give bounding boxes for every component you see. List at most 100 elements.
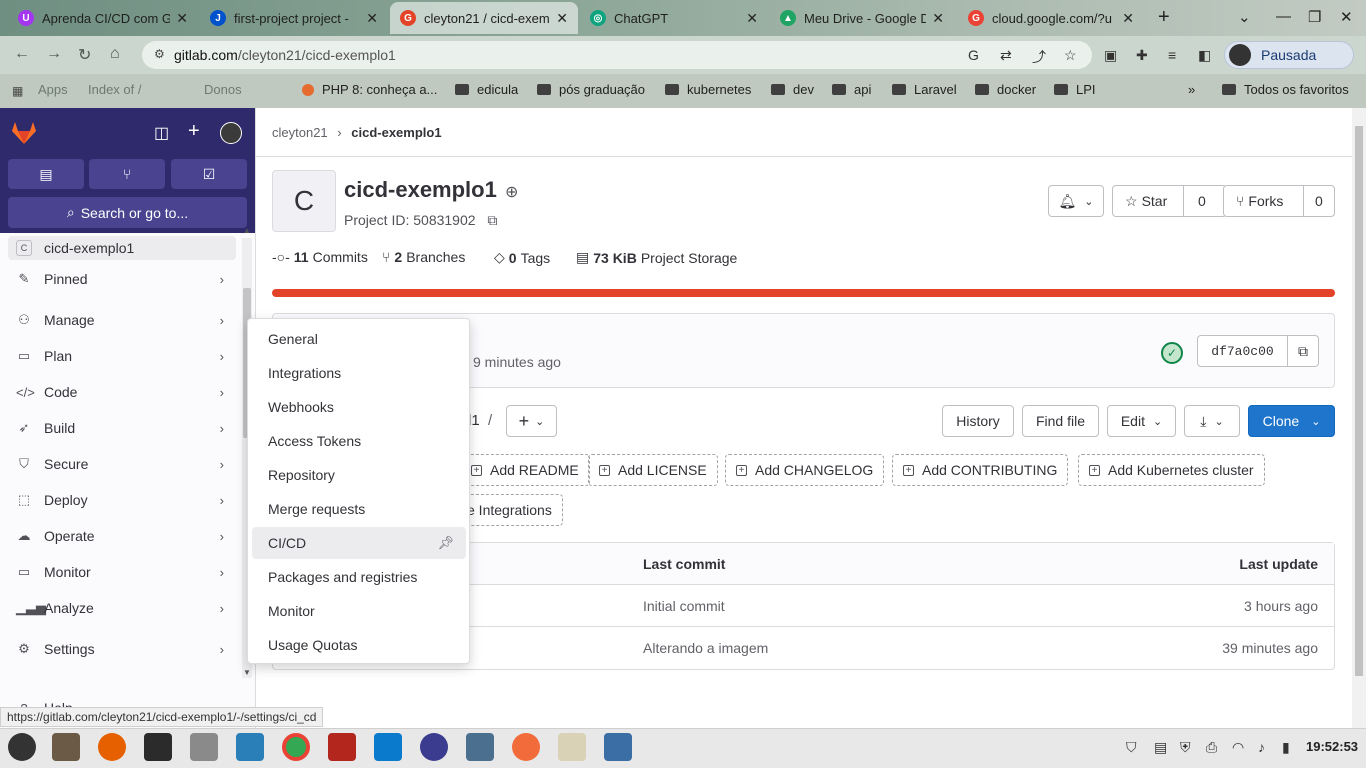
bookmark-folder[interactable]: kubernetes [665,82,751,97]
merge-requests-button[interactable]: ⑂ [89,159,165,189]
sidebar-project-item[interactable]: C cicd-exemplo1 [8,236,236,260]
reload-icon[interactable]: ↻ [78,45,91,65]
bookmark-item[interactable]: Index of / [88,82,141,97]
sidebar-item-deploy[interactable]: ⬚ Deploy › [8,483,232,517]
settings-repository[interactable]: Repository [252,459,466,491]
new-tab-button[interactable]: + [1158,6,1170,29]
mint-menu-icon[interactable] [8,733,36,761]
sidebar-item-manage[interactable]: ⚇ Manage › [8,303,232,337]
commit-message-link[interactable]: Initial commit [643,598,725,614]
find-file-button[interactable]: Find file [1022,405,1099,437]
system-monitor-icon[interactable] [236,733,264,761]
copy-sha-button[interactable]: ⧉ [1287,335,1319,367]
commit-message-link[interactable]: Alterando a imagem [643,640,768,656]
close-icon[interactable]: ✕ [366,10,378,27]
wifi-icon[interactable]: ◠ [1232,739,1244,756]
close-icon[interactable]: ✕ [556,10,568,27]
commits-link[interactable]: -○- 11 Commits [272,249,368,265]
add-contributing-button[interactable]: + Add CONTRIBUTING [892,454,1069,486]
create-new-icon[interactable]: + [188,120,200,143]
commit-sha[interactable]: df7a0c00 [1197,335,1288,367]
site-info-icon[interactable]: ⚙ [154,47,165,61]
close-icon[interactable]: ✕ [176,10,188,27]
browser-tab[interactable]: ▲ Meu Drive - Google D ✕ [770,2,954,34]
add-changelog-button[interactable]: + Add CHANGELOG [725,454,885,486]
reading-list-icon[interactable]: ≡ [1168,47,1176,63]
branches-link[interactable]: ⑂ 2 Branches [382,249,465,265]
bookmark-folder[interactable]: pós graduação [537,82,645,97]
update-shield-icon[interactable]: ⛨ [1180,739,1191,756]
scrollbar-thumb[interactable] [1355,126,1363,676]
sidebar-item-code[interactable]: </> Code › [8,375,232,409]
add-kubernetes-cluster-button[interactable]: + Add Kubernetes cluster [1078,454,1265,486]
bookmark-folder[interactable]: dev [771,82,814,97]
bookmark-folder[interactable]: LPI [1054,82,1096,97]
close-window-icon[interactable]: ✕ [1340,8,1353,26]
document-viewer-icon[interactable] [604,733,632,761]
sidebar-item-operate[interactable]: ☁ Operate › [8,519,232,553]
minimize-icon[interactable]: — [1276,8,1291,25]
settings-general[interactable]: General [252,323,466,355]
all-bookmarks[interactable]: Todos os favoritos [1222,82,1349,97]
breadcrumb-project-link[interactable]: cicd-exemplo1 [351,125,441,140]
edit-dropdown[interactable]: Edit ⌄ [1107,405,1176,437]
sidebar-item-plan[interactable]: ▭ Plan › [8,339,232,373]
maximize-icon[interactable]: ❐ [1308,8,1321,26]
user-avatar[interactable] [220,122,242,144]
back-icon[interactable]: ← [14,45,30,63]
bookmark-folder[interactable]: api [832,82,871,97]
gitlab-logo-icon[interactable] [11,121,37,145]
shield-icon[interactable]: ⛉ [1126,739,1137,756]
clone-dropdown[interactable]: Clone ⌄ [1248,405,1335,437]
add-readme-button[interactable]: + Add README [461,454,590,486]
add-license-button[interactable]: + Add LICENSE [588,454,718,486]
bookmark-folder[interactable]: docker [975,82,1036,97]
extension-icon[interactable]: ▣ [1104,47,1117,64]
todos-button[interactable]: ☑ [171,159,247,189]
clock[interactable]: 19:52:53 [1306,739,1358,754]
configure-integrations-button[interactable]: e Integrations [461,494,563,526]
sidebar-item-secure[interactable]: ⛉ Secure › [8,447,232,481]
pin-icon[interactable]: 📌︎ [437,535,454,551]
firefox-icon[interactable] [98,733,126,761]
settings-usage-quotas[interactable]: Usage Quotas [252,629,466,661]
app-icon[interactable] [328,733,356,761]
browser-tab-active[interactable]: G cleyton21 / cicd-exem ✕ [390,2,578,34]
clipboard-icon[interactable]: ▤ [1154,739,1167,756]
sidebar-item-build[interactable]: ➶ Build › [8,411,232,445]
terminal-icon[interactable] [144,733,172,761]
settings-merge-requests[interactable]: Merge requests [252,493,466,525]
browser-tab[interactable]: J first-project project - ✕ [200,2,388,34]
browser-tab[interactable]: ◎ ChatGPT ✕ [580,2,768,34]
close-icon[interactable]: ✕ [1122,10,1134,27]
browser-tab[interactable]: G cloud.google.com/?u ✕ [958,2,1144,34]
download-dropdown[interactable]: ⤓ ⌄ [1184,405,1240,437]
settings-webhooks[interactable]: Webhooks [252,391,466,423]
volume-icon[interactable]: ♪ [1258,739,1265,755]
bookmarks-overflow[interactable]: » [1188,82,1195,97]
tags-link[interactable]: ◇ 0 Tags [494,249,550,266]
copy-icon[interactable]: ⧉ [487,212,497,228]
home-icon[interactable]: ⌂ [110,45,120,63]
sidebar-item-pinned[interactable]: ✎ Pinned › [8,262,232,296]
app-icon[interactable] [420,733,448,761]
file-manager-icon[interactable] [52,733,80,761]
forks-button[interactable]: ⑂ Forks 0 [1223,185,1335,217]
postman-icon[interactable] [512,733,540,761]
side-panel-icon[interactable]: ◧ [1198,47,1211,64]
share-icon[interactable]: ⤴ [1032,47,1046,67]
bookmark-apps[interactable]: ▦ Apps [12,82,68,98]
scroll-down-icon[interactable]: ▼ [243,668,251,677]
text-editor-icon[interactable] [558,733,586,761]
forward-icon[interactable]: → [46,45,62,63]
breadcrumb-owner-link[interactable]: cleyton21 [272,125,328,140]
issues-button[interactable]: ▤ [8,159,84,189]
history-button[interactable]: History [942,405,1014,437]
bookmark-folder[interactable]: edicula [455,82,518,97]
collapse-sidebar-icon[interactable]: ◫ [154,123,169,143]
storage-link[interactable]: ▤ 73 KiB Project Storage [576,249,737,266]
tab-search-icon[interactable]: ⌄ [1238,8,1251,26]
battery-icon[interactable]: ▮ [1282,739,1290,756]
close-icon[interactable]: ✕ [932,10,944,27]
bookmark-item[interactable]: Donos [186,82,242,97]
